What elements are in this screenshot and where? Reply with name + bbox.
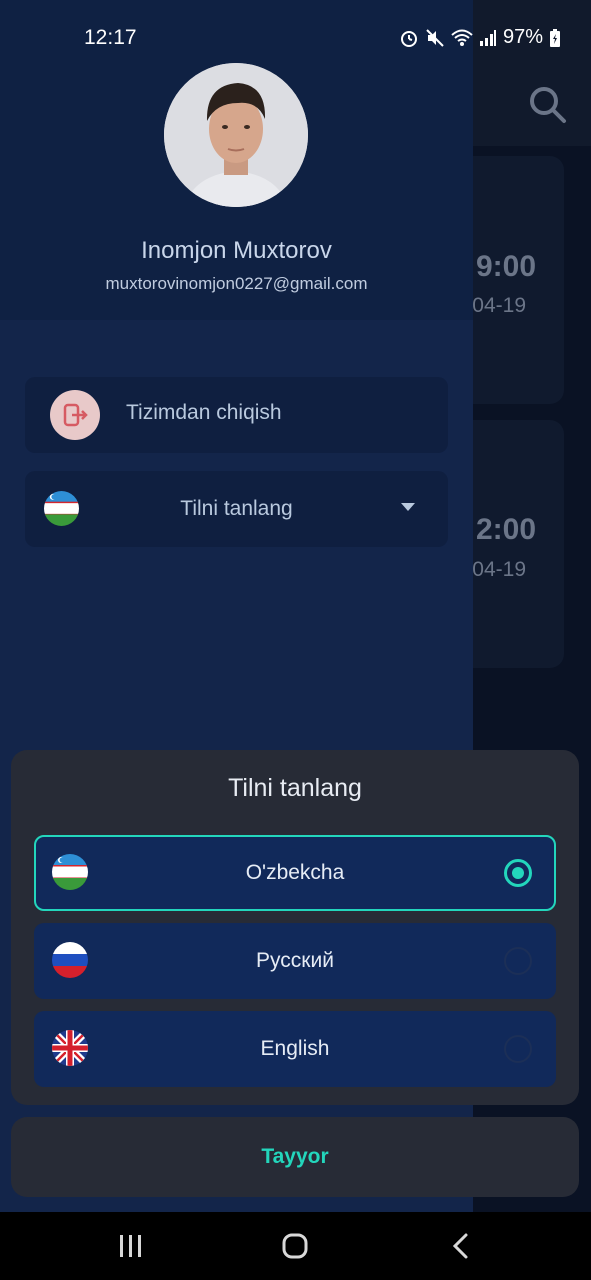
language-option-label: Русский [256,949,334,972]
avatar [164,63,308,207]
logout-icon [50,390,100,440]
back-icon[interactable] [441,1226,481,1266]
language-dropdown-label: Tilni tanlang [180,497,293,520]
alarm-icon [399,28,419,48]
wifi-icon [451,28,473,48]
card-time: 9:00 [475,250,536,283]
battery-percent: 97% [502,26,543,48]
language-bottom-sheet: Tilni tanlang O'zbekcha Русский English [11,750,579,1105]
radio-button[interactable] [504,947,532,975]
user-name: Inomjon Muxtorov [141,237,332,264]
language-option-uzbek[interactable]: O'zbekcha [34,835,556,911]
sheet-title: Tilni tanlang [228,774,362,802]
status-bar: 12:17 97% [0,0,591,76]
done-button[interactable]: Tayyor [11,1117,579,1197]
language-option-english[interactable]: English [34,1011,556,1087]
status-icons: 97% [399,26,561,49]
battery-charging-icon [549,28,561,48]
system-navigation-bar [0,1212,591,1280]
home-icon[interactable] [275,1226,315,1266]
mute-icon [425,28,445,48]
chevron-down-icon [401,503,415,511]
language-option-label: English [260,1037,330,1060]
signal-icon [479,29,497,47]
radio-button[interactable] [504,1035,532,1063]
user-email: muxtorovinomjon0227@gmail.com [105,274,368,293]
done-button-label: Tayyor [261,1145,329,1168]
language-option-label: O'zbekcha [245,861,345,884]
language-dropdown[interactable]: Tilni tanlang [25,471,448,547]
language-option-russian[interactable]: Русский [34,923,556,999]
logout-button[interactable]: Tizimdan chiqish [25,377,448,453]
radio-button-selected[interactable] [504,859,532,887]
card-time: 2:00 [475,513,536,546]
logout-label: Tizimdan chiqish [126,401,282,424]
search-icon[interactable] [527,84,567,124]
recent-apps-icon[interactable] [110,1226,150,1266]
status-time: 12:17 [84,26,137,49]
